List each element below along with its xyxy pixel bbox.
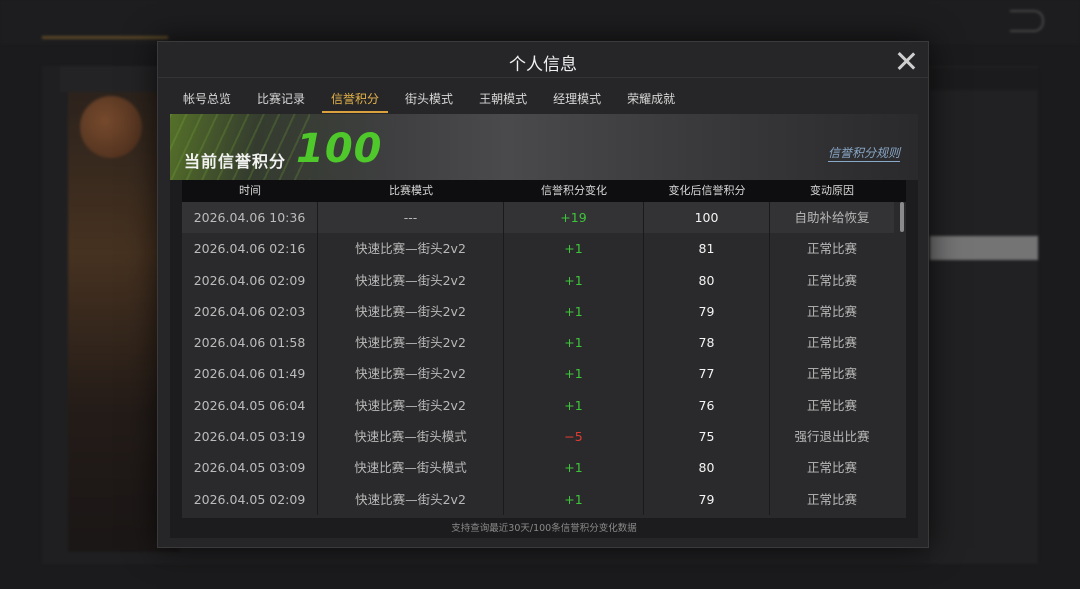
credit-history-table: 时间 比赛模式 信誉积分变化 变化后信誉积分 变动原因 2026.04.06 1… — [182, 180, 906, 518]
cell-time: 2026.04.06 02:09 — [182, 264, 318, 296]
cell-time: 2026.04.05 06:04 — [182, 389, 318, 422]
tab-dynasty-mode[interactable]: 王朝模式 — [466, 80, 540, 114]
table-row: 2026.04.05 03:09 快速比赛—街头模式 +1 80 正常比赛 — [182, 452, 906, 484]
cell-reason: 正常比赛 — [806, 272, 857, 288]
cell-change: +1 — [504, 483, 644, 515]
cell-mode: 快速比赛—街头2v2 — [318, 264, 504, 296]
table-row: 2026.04.06 10:36 --- +19 100 自助补给恢复 — [182, 202, 906, 234]
current-credit-score: 100 — [296, 126, 383, 172]
table-body[interactable]: 2026.04.06 10:36 --- +19 100 自助补给恢复 2026.04.0… — [182, 202, 906, 518]
cell-reason: 自助补给恢复 — [770, 202, 894, 234]
cell-after: 76 — [644, 389, 770, 422]
cell-after: 81 — [644, 233, 770, 265]
cell-change: +19 — [504, 202, 644, 234]
cell-reason: 强行退出比赛 — [794, 429, 870, 445]
current-credit-label: 当前信誉积分 — [184, 152, 287, 171]
cell-mode: 快速比赛—街头2v2 — [318, 389, 504, 422]
tab-honor-achievements[interactable]: 荣耀成就 — [614, 80, 688, 114]
cell-time: 2026.04.06 10:36 — [182, 202, 318, 234]
background-select — [930, 68, 1038, 90]
cell-reason: 正常比赛 — [806, 366, 857, 382]
background-right-panel — [930, 66, 1038, 564]
cell-change: +1 — [504, 358, 644, 390]
personal-info-modal: 个人信息 帐号总览 比赛记录 信誉积分 街头模式 王朝模式 经理模式 荣耀成就 … — [157, 41, 929, 548]
back-arrow-icon — [1010, 10, 1044, 32]
header-reason: 变动原因 — [810, 184, 854, 197]
cell-after: 100 — [644, 202, 770, 234]
modal-header: 个人信息 — [158, 42, 928, 78]
cell-change: +1 — [504, 295, 644, 328]
credit-score-content: 当前信誉积分 100 信誉积分规则 时间 比赛模式 信誉积分变化 变化后信誉积分… — [170, 114, 918, 538]
cell-reason: 正常比赛 — [806, 241, 857, 257]
cell-after: 79 — [644, 483, 770, 515]
cell-mode: 快速比赛—街头模式 — [318, 421, 504, 453]
tab-street-mode[interactable]: 街头模式 — [392, 80, 466, 114]
cell-reason: 正常比赛 — [806, 397, 857, 413]
cell-mode: 快速比赛—街头2v2 — [318, 295, 504, 328]
cell-time: 2026.04.05 02:09 — [182, 483, 318, 515]
scrollbar[interactable] — [900, 202, 904, 232]
tab-match-records[interactable]: 比赛记录 — [244, 80, 318, 114]
cell-after: 77 — [644, 358, 770, 390]
tab-account-overview[interactable]: 帐号总览 — [170, 80, 244, 114]
cell-time: 2026.04.06 01:58 — [182, 327, 318, 359]
table-row: 2026.04.05 03:19 快速比赛—街头模式 −5 75 强行退出比赛 — [182, 421, 906, 453]
cell-mode: 快速比赛—街头2v2 — [318, 483, 504, 515]
cell-time: 2026.04.06 02:16 — [182, 233, 318, 265]
cell-reason: 正常比赛 — [806, 335, 857, 351]
cell-time: 2026.04.06 01:49 — [182, 358, 318, 390]
table-row: 2026.04.06 01:58 快速比赛—街头2v2 +1 78 正常比赛 — [182, 327, 906, 359]
cell-mode: 快速比赛—街头2v2 — [318, 327, 504, 359]
cell-reason: 正常比赛 — [806, 460, 857, 476]
header-after: 变化后信誉积分 — [668, 184, 746, 197]
header-change: 信誉积分变化 — [541, 184, 607, 197]
table-header: 时间 比赛模式 信誉积分变化 变化后信誉积分 变动原因 — [182, 180, 906, 202]
background-left-tab — [60, 66, 170, 92]
tab-credit-score[interactable]: 信誉积分 — [318, 80, 392, 114]
cell-change: −5 — [504, 421, 644, 453]
cell-mode: 快速比赛—街头2v2 — [318, 233, 504, 265]
cell-change: +1 — [504, 327, 644, 359]
cell-after: 80 — [644, 452, 770, 484]
cell-reason: 正常比赛 — [806, 491, 857, 507]
table-row: 2026.04.05 02:09 快速比赛—街头2v2 +1 79 正常比赛 — [182, 483, 906, 515]
cell-time: 2026.04.05 03:19 — [182, 421, 318, 453]
modal-title: 个人信息 — [509, 55, 577, 75]
cell-mode: --- — [318, 202, 504, 234]
cell-after: 75 — [644, 421, 770, 453]
credit-rules-link[interactable]: 信誉积分规则 — [827, 144, 900, 162]
cell-after: 80 — [644, 264, 770, 296]
header-time: 时间 — [239, 184, 261, 197]
query-footnote: 支持查询最近30天/100条信誉积分变化数据 — [451, 523, 637, 534]
tab-bar: 帐号总览 比赛记录 信誉积分 街头模式 王朝模式 经理模式 荣耀成就 — [170, 80, 688, 114]
table-row: 2026.04.06 02:03 快速比赛—街头2v2 +1 79 正常比赛 — [182, 295, 906, 328]
cell-mode: 快速比赛—街头模式 — [318, 452, 504, 484]
cell-change: +1 — [504, 452, 644, 484]
cell-time: 2026.04.05 03:09 — [182, 452, 318, 484]
table-row: 2026.04.06 02:09 快速比赛—街头2v2 +1 80 正常比赛 — [182, 264, 906, 296]
header-mode: 比赛模式 — [389, 184, 433, 197]
background-tab-underline — [42, 36, 168, 39]
table-row: 2026.04.06 01:49 快速比赛—街头2v2 +1 77 正常比赛 — [182, 358, 906, 390]
cell-change: +1 — [504, 264, 644, 296]
close-icon[interactable] — [896, 51, 916, 71]
cell-reason: 正常比赛 — [806, 303, 857, 319]
cell-time: 2026.04.06 02:03 — [182, 295, 318, 328]
cell-after: 78 — [644, 327, 770, 359]
cell-after: 79 — [644, 295, 770, 328]
cell-mode: 快速比赛—街头2v2 — [318, 358, 504, 390]
table-row: 2026.04.05 06:04 快速比赛—街头2v2 +1 76 正常比赛 — [182, 389, 906, 422]
cell-change: +1 — [504, 233, 644, 265]
cell-change: +1 — [504, 389, 644, 422]
tab-manager-mode[interactable]: 经理模式 — [540, 80, 614, 114]
background-highlight-row — [930, 236, 1038, 260]
table-row: 2026.04.06 02:16 快速比赛—街头2v2 +1 81 正常比赛 — [182, 233, 906, 265]
basketball-image — [80, 96, 142, 158]
credit-score-banner: 当前信誉积分 100 信誉积分规则 — [170, 114, 918, 180]
